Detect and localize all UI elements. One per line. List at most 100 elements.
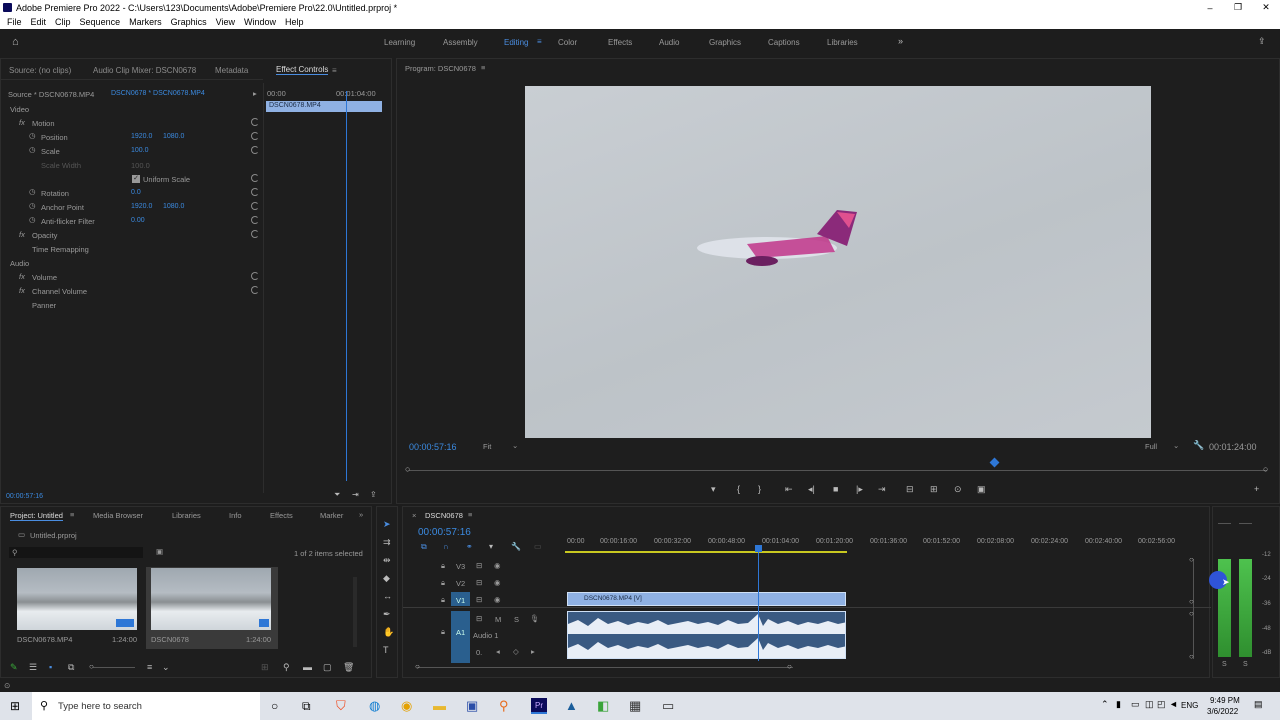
menu-sequence[interactable]: Sequence — [78, 17, 123, 27]
close-sequence-icon[interactable]: × — [412, 511, 416, 520]
lift-icon[interactable]: ⊟ — [906, 484, 914, 495]
menu-help[interactable]: Help — [283, 17, 306, 27]
stopwatch-icon[interactable]: ◷ — [29, 131, 36, 140]
timeline-playhead[interactable] — [758, 545, 759, 661]
go-to-out-icon[interactable]: ⇥ — [878, 484, 886, 495]
effect-playhead[interactable] — [346, 91, 347, 481]
position-y-value[interactable]: 1080.0 — [163, 133, 184, 140]
tab-marker[interactable]: Marker — [320, 511, 343, 520]
timeline-timecode[interactable]: 00:00:57:16 — [418, 527, 471, 538]
brave-icon[interactable]: ⛉ — [336, 698, 346, 714]
workspace-menu-icon[interactable]: ≡ — [537, 37, 542, 46]
anchor-y-value[interactable]: 1080.0 — [163, 203, 184, 210]
sort-dropdown-icon[interactable]: ⌄ — [162, 662, 170, 673]
captions-icon[interactable]: ▭ — [534, 542, 542, 551]
delete-icon[interactable]: 🗑 — [343, 662, 354, 673]
minimize-icon[interactable]: – — [1196, 3, 1224, 13]
video-clip[interactable]: DSCN0678.MP4 [V] — [567, 592, 846, 606]
pencil-icon[interactable]: ✎ — [10, 662, 18, 673]
freeform-view-icon[interactable]: ⧉ — [68, 662, 74, 673]
play-only-icon[interactable]: ▸ — [253, 89, 257, 98]
new-item-icon[interactable]: ▢ — [323, 662, 332, 673]
linked-selection-icon[interactable]: ⚭ — [466, 542, 473, 551]
cortana-icon[interactable]: ○ — [271, 699, 278, 713]
reset-icon[interactable] — [251, 286, 259, 294]
reset-icon[interactable] — [251, 174, 259, 182]
effect-clip-bar[interactable]: DSCN0678.MP4 — [266, 101, 382, 112]
sequence-tab[interactable]: DSCN0678 — [425, 511, 463, 520]
scrub-start-handle[interactable]: ○ — [405, 464, 410, 474]
volume-fx-icon[interactable]: fx — [19, 272, 25, 281]
uniform-scale-checkbox[interactable]: ✓ — [132, 175, 140, 183]
tab-effect-controls[interactable]: Effect Controls — [276, 65, 329, 75]
save-app-icon[interactable]: ▣ — [466, 698, 478, 714]
microphone-icon[interactable]: 🎙︎ — [530, 614, 540, 623]
workspace-libraries[interactable]: Libraries — [827, 38, 858, 47]
workspace-audio[interactable]: Audio — [659, 38, 679, 47]
reset-icon[interactable] — [251, 118, 259, 126]
filter-icon[interactable]: ⏷ — [334, 490, 340, 500]
slip-tool-icon[interactable]: ↔ — [383, 591, 392, 601]
stopwatch-icon[interactable]: ◷ — [29, 187, 36, 196]
share-icon[interactable]: ⇪ — [1258, 36, 1266, 47]
file-explorer-icon[interactable]: ▬ — [433, 698, 446, 713]
sequence-menu-icon[interactable]: ≡ — [468, 510, 472, 519]
quality-select[interactable]: Full — [1145, 442, 1157, 451]
taskbar-clock-time[interactable]: 9:49 PM — [1210, 696, 1240, 705]
reset-icon[interactable] — [251, 202, 259, 210]
add-marker-icon[interactable]: ▾ — [489, 542, 493, 551]
menu-window[interactable]: Window — [242, 17, 278, 27]
solo-button[interactable]: S — [514, 615, 519, 624]
workspace-editing[interactable]: Editing — [504, 38, 528, 47]
selection-tool-icon[interactable]: ➤ — [383, 519, 391, 530]
workspace-assembly[interactable]: Assembly — [443, 38, 478, 47]
track-volume-value[interactable]: 0. — [476, 648, 482, 657]
tab-libraries[interactable]: Libraries — [172, 511, 201, 520]
workspace-color[interactable]: Color — [558, 38, 577, 47]
mark-out-icon[interactable]: } — [758, 484, 761, 494]
edge-icon[interactable]: ◍ — [369, 698, 380, 714]
track-v2[interactable]: V2 — [456, 579, 465, 588]
add-button-icon[interactable]: + — [1254, 484, 1259, 494]
camtasia-icon[interactable]: ◧ — [597, 698, 609, 714]
program-playhead[interactable] — [989, 457, 1000, 468]
track-v1[interactable]: V1 — [456, 596, 465, 605]
menu-graphics[interactable]: Graphics — [169, 17, 209, 27]
menu-markers[interactable]: Markers — [127, 17, 164, 27]
premiere-taskbar-icon[interactable]: Pr — [531, 698, 547, 714]
restore-icon[interactable]: ❐ — [1224, 2, 1252, 13]
search-app-icon[interactable]: ⚲ — [499, 698, 509, 714]
home-icon[interactable]: ⌂ — [12, 36, 19, 48]
find-icon[interactable]: ⚲ — [283, 662, 290, 673]
workspace-captions[interactable]: Captions — [768, 38, 800, 47]
razor-tool-icon[interactable]: ◆ — [383, 573, 390, 584]
automate-icon[interactable]: ⊞ — [261, 662, 269, 673]
project-item[interactable]: DSCN0678.MP4 1:24:00 — [16, 567, 138, 649]
keyframe-icon[interactable]: ◇ — [513, 647, 519, 656]
motion-fx-icon[interactable]: fx — [19, 118, 25, 127]
timeline-settings-icon[interactable]: 🔧 — [511, 542, 521, 551]
reset-icon[interactable] — [251, 188, 259, 196]
work-area-bar[interactable] — [565, 551, 847, 553]
project-item[interactable]: DSCN0678 1:24:00 — [146, 567, 278, 649]
taskbar-search-input[interactable]: ⚲ Type here to search — [32, 692, 260, 720]
time-remapping-label[interactable]: Time Remapping — [32, 245, 89, 254]
project-menu-icon[interactable]: ≡ — [70, 510, 74, 519]
chrome-icon[interactable]: ◉ — [401, 698, 412, 714]
opacity-label[interactable]: Opacity — [32, 231, 57, 240]
pen-tool-icon[interactable]: ✒ — [383, 609, 391, 620]
slider-handle[interactable]: ○ — [89, 662, 94, 671]
track-a1[interactable]: A1 — [456, 628, 465, 637]
app-icon[interactable]: ▲ — [565, 698, 578, 713]
scroll-handle[interactable]: ○ — [1189, 597, 1194, 606]
workspace-graphics[interactable]: Graphics — [709, 38, 741, 47]
tab-effects[interactable]: Effects — [270, 511, 293, 520]
stopwatch-icon[interactable]: ◷ — [29, 201, 36, 210]
opacity-fx-icon[interactable]: fx — [19, 230, 25, 239]
list-view-icon[interactable]: ☰ — [29, 662, 37, 673]
more-workspaces-icon[interactable]: » — [898, 36, 903, 46]
camera-icon[interactable]: ⊙ — [954, 484, 962, 495]
tray-icon[interactable]: ▮ — [1116, 699, 1121, 710]
timeline-horizontal-scrollbar[interactable] — [417, 667, 793, 668]
lock-icon[interactable]: 🔒︎ — [441, 595, 445, 605]
